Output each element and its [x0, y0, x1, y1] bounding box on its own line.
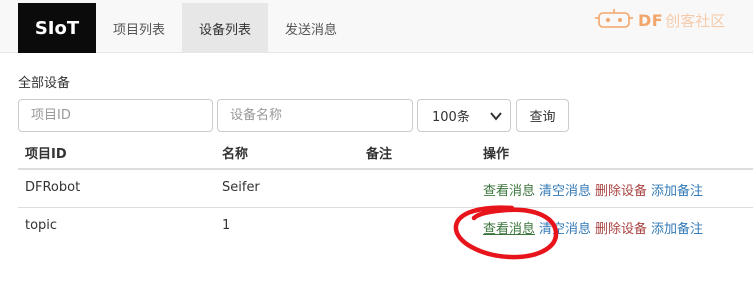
watermark: DF 创客社区 [594, 8, 744, 32]
column-header-name: 名称 [222, 147, 249, 162]
section-label: 全部设备 [18, 76, 71, 91]
nav-item-send-message[interactable]: 发送消息 [268, 3, 354, 53]
cell-project-id: DFRobot [25, 180, 81, 195]
column-header-actions: 操作 [483, 147, 510, 162]
view-messages-link[interactable]: 查看消息 [483, 184, 535, 199]
header-divider [18, 168, 753, 170]
watermark-df: DF [638, 10, 664, 30]
add-note-link[interactable]: 添加备注 [651, 184, 703, 199]
cell-name: 1 [222, 218, 231, 233]
page-size-value: 100条 [432, 110, 470, 125]
project-id-input[interactable] [18, 99, 213, 132]
add-note-link[interactable]: 添加备注 [651, 222, 703, 237]
chevron-down-icon [490, 112, 502, 121]
delete-device-link[interactable]: 删除设备 [595, 184, 647, 199]
delete-device-link[interactable]: 删除设备 [595, 222, 647, 237]
column-header-project-id: 项目ID [25, 147, 67, 162]
row-divider [18, 207, 753, 208]
column-header-note: 备注 [366, 147, 393, 162]
cell-name: Seifer [222, 180, 260, 195]
row-actions: 查看消息 清空消息 删除设备 添加备注 [483, 180, 707, 199]
device-name-input[interactable] [217, 99, 413, 132]
brand-logo[interactable]: SIoT [18, 3, 96, 53]
nav-item-devices[interactable]: 设备列表 [182, 3, 268, 53]
watermark-text: 创客社区 [665, 11, 726, 30]
nav-item-projects[interactable]: 项目列表 [96, 3, 182, 53]
cell-project-id: topic [25, 218, 58, 233]
robot-logo-icon [595, 9, 633, 28]
annotation-circle [453, 205, 559, 260]
top-navbar: SIoT 项目列表 设备列表 发送消息 DF 创客社区 [0, 0, 753, 53]
query-button[interactable]: 查询 [516, 99, 569, 132]
page-size-select[interactable]: 100条 [417, 99, 511, 132]
clear-messages-link[interactable]: 清空消息 [539, 184, 591, 199]
